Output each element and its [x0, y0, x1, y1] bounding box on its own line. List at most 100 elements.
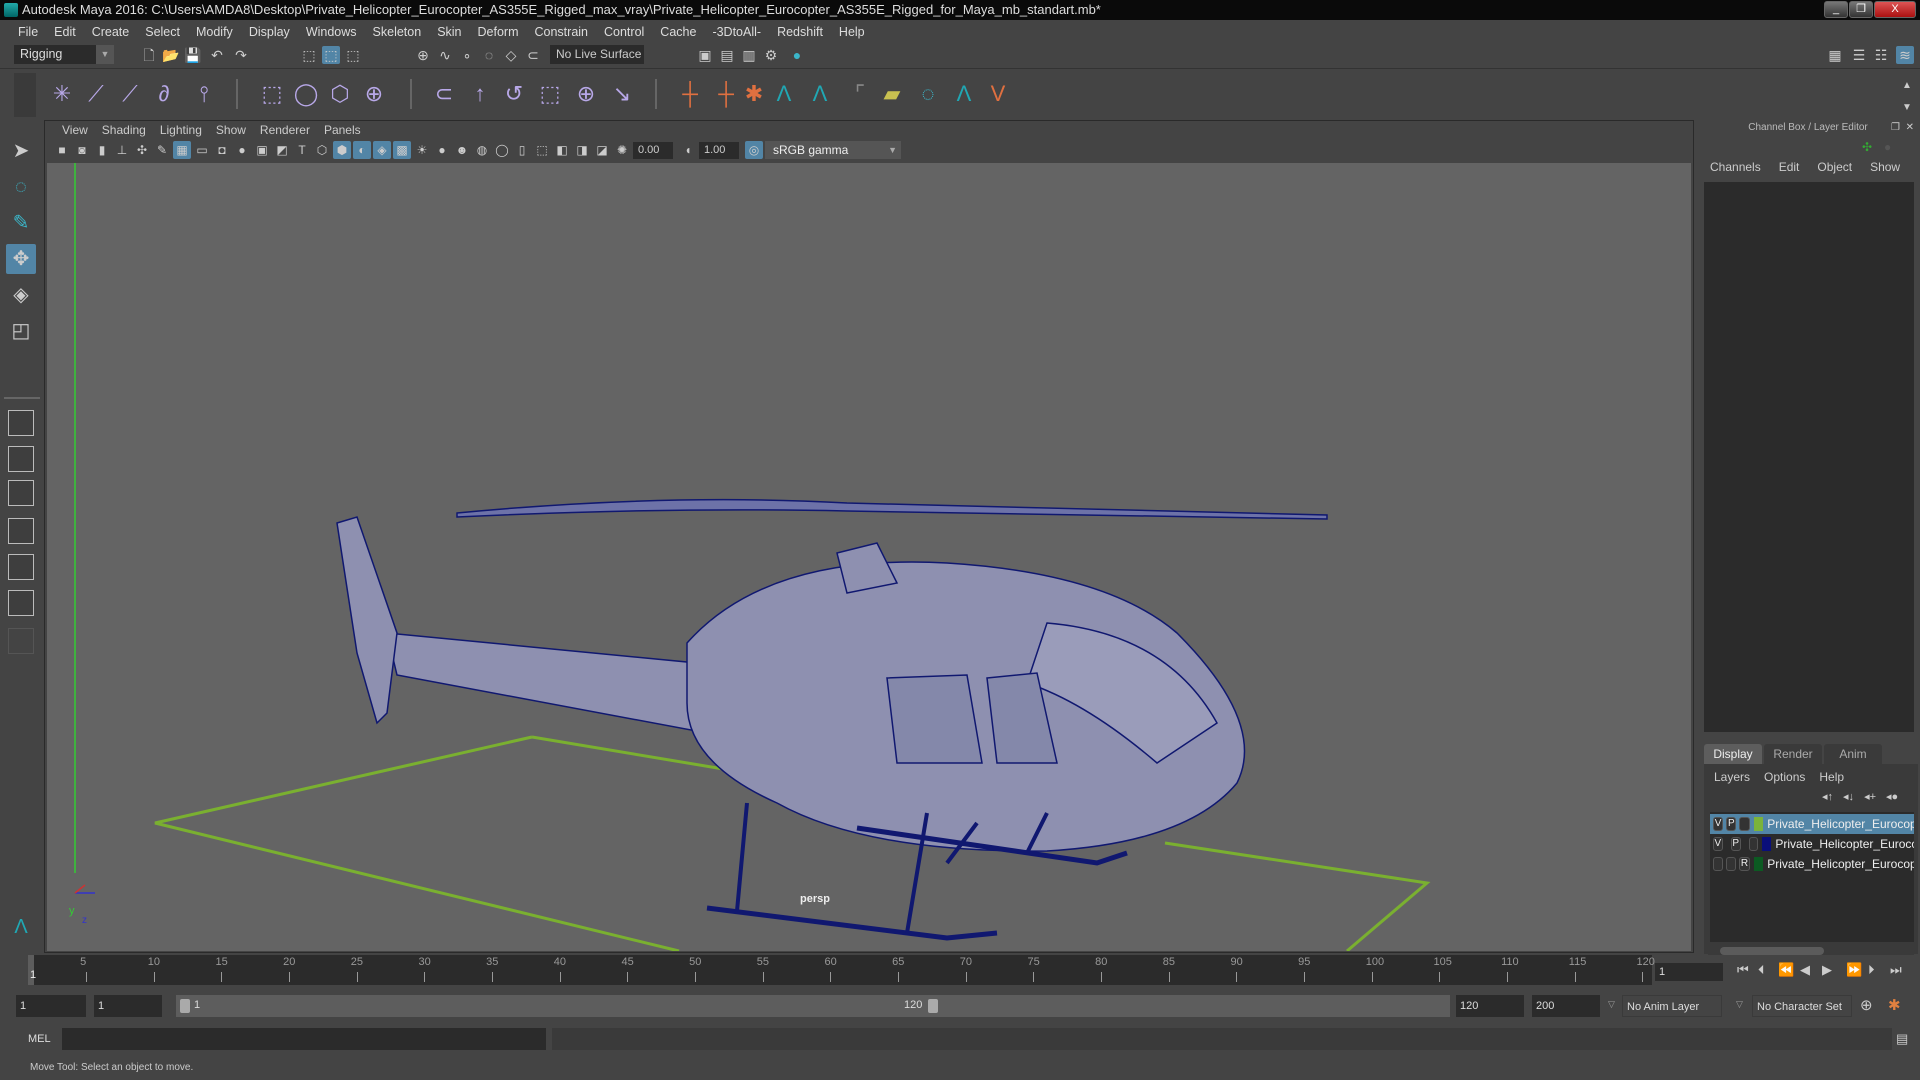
- undo-icon[interactable]: ↶: [208, 46, 226, 64]
- vp-menu-view[interactable]: View: [55, 123, 95, 137]
- toggle-status-icon[interactable]: ●: [1884, 140, 1891, 154]
- 3d-viewport[interactable]: [47, 163, 1691, 951]
- menu-select[interactable]: Select: [137, 25, 188, 39]
- snap-grid-icon[interactable]: ⊕: [414, 46, 432, 64]
- manipulator-axis-icon[interactable]: ✣: [1862, 140, 1872, 154]
- bind-skin-icon[interactable]: ∂: [150, 79, 178, 109]
- orient-constraint-icon[interactable]: ↺: [500, 79, 528, 109]
- command-input[interactable]: [62, 1028, 546, 1050]
- layer-toggle-icon[interactable]: ▰: [878, 79, 906, 109]
- save-scene-icon[interactable]: 💾: [184, 46, 202, 64]
- locator-icon[interactable]: ┼: [676, 79, 704, 109]
- snap-point-icon[interactable]: ∘: [458, 46, 476, 64]
- xray-components-icon[interactable]: ◪: [593, 141, 611, 159]
- layer-color-swatch[interactable]: [1753, 817, 1764, 831]
- menu-display[interactable]: Display: [241, 25, 298, 39]
- view-transform-dropdown[interactable]: sRGB gamma ▼: [765, 141, 901, 159]
- menu-skin[interactable]: Skin: [429, 25, 469, 39]
- render-view-icon[interactable]: ▣: [696, 46, 714, 64]
- select-component-icon[interactable]: ⬚: [344, 46, 362, 64]
- layer-playback-toggle[interactable]: [1726, 857, 1737, 871]
- bookmark-icon[interactable]: ▮: [93, 141, 111, 159]
- render-frame-icon[interactable]: ▤: [718, 46, 736, 64]
- snap-view-icon[interactable]: ◌: [480, 46, 498, 64]
- playback-end-field[interactable]: 120: [1456, 995, 1524, 1017]
- shelf-scroll-up-icon[interactable]: ▲: [1898, 77, 1916, 95]
- lasso-tool-icon[interactable]: ◌: [6, 172, 36, 202]
- wireframe-icon[interactable]: ⬡: [313, 141, 331, 159]
- anti-aliasing-icon[interactable]: ◯: [493, 141, 511, 159]
- go-to-end-icon[interactable]: ⏭: [1890, 962, 1902, 978]
- xray-joints-icon[interactable]: ◨: [573, 141, 591, 159]
- range-end-handle[interactable]: [928, 999, 938, 1013]
- maya-shelf-2-icon[interactable]: Ʌ: [806, 79, 834, 109]
- tool-settings-icon[interactable]: ☷: [1872, 46, 1890, 64]
- step-back-key-icon[interactable]: ⏪: [1778, 962, 1794, 978]
- single-view-layout-icon[interactable]: [8, 410, 34, 436]
- depth-of-field-icon[interactable]: ▯: [513, 141, 531, 159]
- le-menu-layers[interactable]: Layers: [1714, 770, 1750, 784]
- new-layer-selected-icon[interactable]: ◂●: [1886, 790, 1898, 803]
- shelf-tabs-button[interactable]: [14, 73, 36, 117]
- new-layer-icon[interactable]: ◂+: [1864, 790, 1876, 803]
- vp-menu-lighting[interactable]: Lighting: [153, 123, 209, 137]
- layout-more-icon[interactable]: [8, 628, 34, 654]
- menu-edit[interactable]: Edit: [46, 25, 84, 39]
- wireframe-on-shaded-icon[interactable]: ◐: [353, 141, 371, 159]
- scale-tool-icon[interactable]: ◰: [6, 316, 36, 346]
- four-view-layout-icon[interactable]: [8, 446, 34, 472]
- use-all-lights-icon[interactable]: ▩: [393, 141, 411, 159]
- paint-weights-icon[interactable]: ◌: [914, 79, 942, 109]
- maya-shelf-1-icon[interactable]: Ʌ: [770, 79, 798, 109]
- snap-curve-icon[interactable]: ∿: [436, 46, 454, 64]
- cb-menu-channels[interactable]: Channels: [1710, 160, 1761, 174]
- outliner-layout-icon[interactable]: [8, 480, 34, 506]
- menu-constrain[interactable]: Constrain: [527, 25, 597, 39]
- vp-menu-shading[interactable]: Shading: [95, 123, 153, 137]
- move-layer-up-icon[interactable]: ◂↑: [1822, 790, 1833, 803]
- empty-slot-icon[interactable]: ⌜: [846, 79, 874, 109]
- tab-display[interactable]: Display: [1704, 744, 1762, 764]
- layer-playback-toggle[interactable]: P: [1730, 837, 1741, 851]
- field-chart-icon[interactable]: ▣: [253, 141, 271, 159]
- hypershade-layout-icon[interactable]: [8, 554, 34, 580]
- film-gate-icon[interactable]: ▭: [193, 141, 211, 159]
- step-back-frame-icon[interactable]: ⏴: [1758, 962, 1765, 978]
- character-set-dropdown[interactable]: No Character Set: [1752, 995, 1852, 1017]
- maya-shelf-3-icon[interactable]: Ʌ: [950, 79, 978, 109]
- range-start-handle[interactable]: [180, 999, 190, 1013]
- aim-constraint-icon[interactable]: ⊕: [572, 79, 600, 109]
- animation-end-field[interactable]: 200: [1532, 995, 1600, 1017]
- step-forward-key-icon[interactable]: ⏩: [1846, 962, 1862, 978]
- shadows-icon[interactable]: ☀: [413, 141, 431, 159]
- snap-live-icon[interactable]: ⊂: [524, 46, 542, 64]
- gamma-field[interactable]: 1.00: [699, 141, 739, 159]
- ipr-render-icon[interactable]: ▥: [740, 46, 758, 64]
- ik-handle-icon[interactable]: ⟋: [82, 79, 110, 109]
- safe-title-icon[interactable]: T: [293, 141, 311, 159]
- channel-box-toggle-icon[interactable]: ≋: [1896, 46, 1914, 64]
- paint-select-icon[interactable]: ✎: [6, 208, 36, 238]
- image-plane-icon[interactable]: ⊥: [113, 141, 131, 159]
- wrap-icon[interactable]: ◯: [292, 79, 320, 109]
- close-panel-icon[interactable]: ✕: [1906, 122, 1914, 133]
- layer-display-type-toggle[interactable]: [1748, 837, 1759, 851]
- range-slider-bar[interactable]: 1 120: [176, 995, 1450, 1017]
- smooth-shade-icon[interactable]: ⬢: [333, 141, 351, 159]
- menu-skeleton[interactable]: Skeleton: [365, 25, 430, 39]
- modeling-toolkit-icon[interactable]: ▦: [1826, 46, 1844, 64]
- menu-windows[interactable]: Windows: [298, 25, 365, 39]
- resolution-gate-icon[interactable]: ◘: [213, 141, 231, 159]
- select-hierarchy-icon[interactable]: ⬚: [300, 46, 318, 64]
- menu-modify[interactable]: Modify: [188, 25, 241, 39]
- play-forwards-icon[interactable]: ▶: [1822, 962, 1832, 978]
- parent-constraint-icon[interactable]: ⊂: [430, 79, 458, 109]
- attribute-editor-icon[interactable]: ☰: [1850, 46, 1868, 64]
- isolate-select-icon[interactable]: ⬚: [533, 141, 551, 159]
- quick-rig-icon[interactable]: ⫯: [190, 79, 218, 109]
- menu-control[interactable]: Control: [596, 25, 652, 39]
- open-scene-icon[interactable]: 📂: [162, 46, 180, 64]
- cb-menu-object[interactable]: Object: [1817, 160, 1852, 174]
- hypershade-icon[interactable]: ●: [788, 46, 806, 64]
- lights-icon[interactable]: ●: [433, 141, 451, 159]
